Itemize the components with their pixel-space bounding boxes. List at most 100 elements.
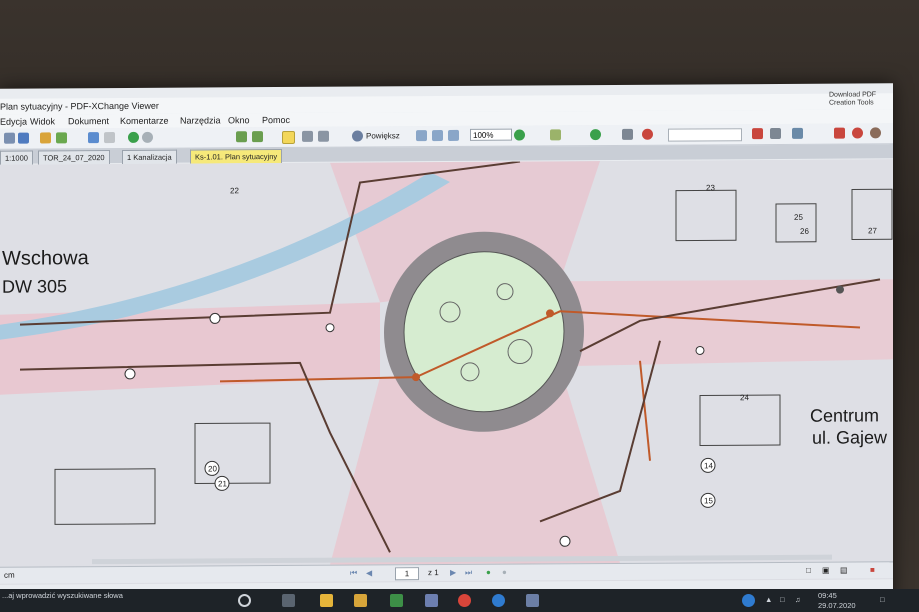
roundabout-center [403,251,565,413]
stamp-icon[interactable] [642,128,653,140]
folder-icon[interactable] [354,594,367,607]
page-total: z 1 [428,568,439,578]
badge-23: 23 [706,183,715,192]
fit-page-icon[interactable] [432,130,443,142]
actual-size-icon[interactable] [416,130,427,142]
site-plan-drawing: 14 15 20 21 22 23 24 25 26 27 Wschowa DW… [0,159,893,567]
menu-view[interactable]: Widok [30,114,55,128]
add-icon[interactable] [590,129,601,141]
menu-help[interactable]: Pomoc [262,113,290,127]
manhole-marker [412,373,420,382]
badge-24: 24 [740,393,749,402]
zoom-input[interactable]: 100% [470,128,512,141]
download-promo[interactable]: Download PDF Creation Tools [829,91,889,107]
undo-icon[interactable] [852,127,863,139]
back-icon[interactable] [128,131,139,143]
task-view-icon[interactable] [238,594,251,607]
zoom-icon[interactable] [352,130,363,142]
badge-22: 22 [230,186,239,195]
zoom-label[interactable]: Powiększ [366,130,400,141]
forward-view-icon[interactable]: ● [502,565,507,581]
menu-tools[interactable]: Narzędzia [180,113,221,127]
link-icon[interactable] [622,128,633,140]
last-page-icon[interactable]: ⏭ [465,565,472,581]
tools-icon[interactable] [770,127,781,140]
tab-kanalizacja[interactable]: 1 Kanalizacja [122,149,177,164]
open-icon[interactable] [4,132,15,144]
comment-icon[interactable] [550,129,561,141]
menu-document[interactable]: Dokument [68,114,109,128]
menu-comments[interactable]: Komentarze [120,114,169,128]
menu-edit[interactable]: Edycja [0,115,27,129]
network-icon[interactable]: □ [780,595,785,604]
single-page-icon[interactable]: □ [806,563,811,579]
prev-page-icon[interactable]: ◀ [366,565,372,581]
manhole-marker [325,323,335,333]
scan-icon[interactable] [104,132,115,144]
label-centrum: Centrum [810,405,879,425]
tab-scale[interactable]: 1:1000 [0,150,33,165]
window-title: Plan sytuacyjny - PDF-XChange Viewer [0,100,159,112]
manhole-marker [836,285,844,294]
find-icon[interactable] [752,128,763,140]
taskbar-search[interactable]: ...aj wprowadzić wyszukiwane słowa [2,591,123,600]
facing-icon[interactable]: ▤ [840,563,848,579]
windows-taskbar: ...aj wprowadzić wyszukiwane słowa ▲ □ ♫… [0,589,919,612]
typewriter-icon[interactable] [792,127,803,139]
badge-14: 14 [704,461,713,470]
badge-27: 27 [868,226,877,235]
manhole-marker [546,309,554,318]
pdf-viewer-taskbar-icon[interactable] [526,594,539,607]
drawing-canvas[interactable]: 14 15 20 21 22 23 24 25 26 27 Wschowa DW… [0,159,893,585]
excel-icon[interactable] [390,594,403,607]
first-page-icon[interactable]: ⏮ [350,566,357,582]
rotate-left-icon[interactable] [236,131,247,143]
taskbar-app-icon[interactable] [282,594,295,607]
search-input[interactable] [668,128,742,142]
settings-icon[interactable] [870,127,881,139]
snapshot-icon[interactable] [318,130,329,142]
help-icon[interactable] [742,594,755,607]
continuous-icon[interactable]: ▣ [822,563,830,579]
app-icon[interactable] [425,594,438,607]
tab-tor[interactable]: TOR_24_07_2020 [38,150,110,165]
print-icon[interactable] [56,132,67,144]
projected-screen: Plan sytuacyjny - PDF-XChange Viewer Dow… [0,83,893,609]
label-dw305: DW 305 [2,276,67,296]
manhole-marker [695,345,705,355]
save-icon[interactable] [18,132,29,144]
select-text-icon[interactable] [302,130,313,142]
badge-15: 15 [704,496,713,505]
chrome-icon[interactable] [458,594,471,607]
tray-chevron-icon[interactable]: ▲ [765,595,772,604]
next-page-icon[interactable]: ▶ [450,565,456,581]
email-icon[interactable] [88,132,99,144]
tab-plan-sytuacyjny[interactable]: Ks-1.01. Plan sytuacyjny [190,149,283,164]
forward-icon[interactable] [142,131,153,143]
folder-icon[interactable] [40,132,51,144]
hand-tool-icon[interactable] [282,130,295,145]
badge-20: 20 [208,464,217,473]
page-number-input[interactable]: 1 [395,567,419,581]
badge-25: 25 [794,213,803,222]
edge-icon[interactable] [492,594,505,607]
badge-21: 21 [218,479,227,488]
zoom-in-icon[interactable] [514,129,525,141]
volume-icon[interactable]: ♫ [795,595,801,604]
clock-time[interactable]: 09:45 [818,591,837,600]
back-view-icon[interactable]: ● [486,565,491,581]
file-explorer-icon[interactable] [320,594,333,607]
rotate-right-icon[interactable] [252,131,263,143]
pen-icon[interactable] [834,127,845,139]
manhole-marker [124,368,136,380]
notifications-icon[interactable]: □ [880,595,885,604]
label-wschowa: Wschowa [2,247,90,270]
clock-date[interactable]: 29.07.2020 [818,601,856,610]
menu-window[interactable]: Okno [228,113,250,127]
manhole-marker [209,312,221,324]
fit-width-icon[interactable] [448,129,459,141]
road-east [560,279,893,367]
label-gajew: ul. Gajew [812,427,888,447]
pdf-icon[interactable]: ■ [870,562,875,578]
badge-26: 26 [800,227,809,236]
